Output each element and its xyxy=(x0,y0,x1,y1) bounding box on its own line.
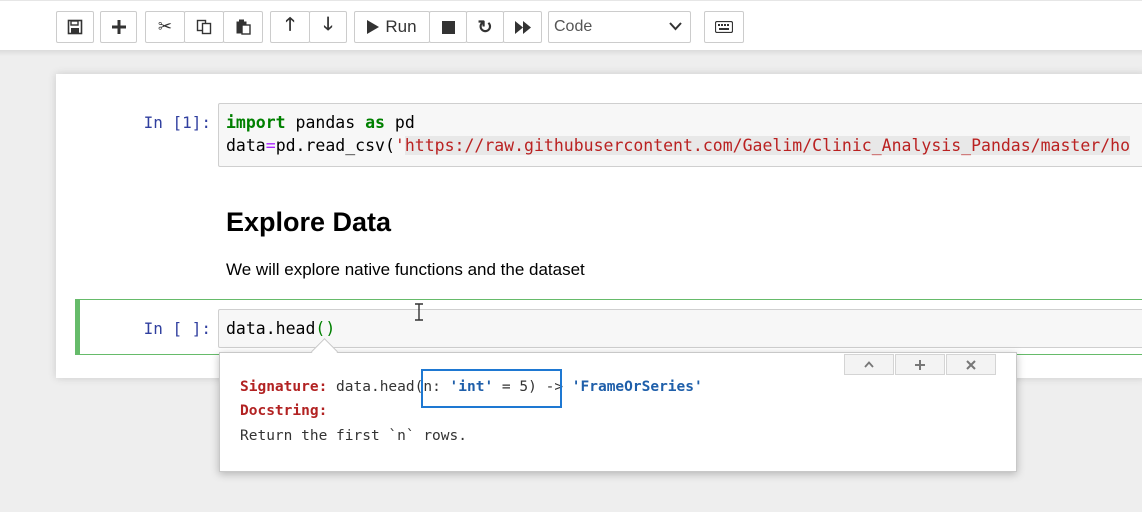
cell-1-input[interactable]: import pandas as pd data=pd.read_csv('ht… xyxy=(218,103,1142,167)
tooltip-docstring-label: Docstring: xyxy=(240,403,328,419)
run-button[interactable]: Run xyxy=(354,11,430,43)
plus-icon xyxy=(111,20,126,34)
cell-1-prompt: In [1]: xyxy=(143,113,211,132)
save-button[interactable] xyxy=(56,11,94,43)
arrow-up-icon: 🡑 xyxy=(285,14,295,34)
cell-2-prompt: In [ ]: xyxy=(143,319,211,338)
cut-icon: ✂ xyxy=(157,17,173,36)
keyboard-icon xyxy=(715,21,733,33)
interrupt-button[interactable] xyxy=(429,11,467,43)
chevron-down-icon xyxy=(669,22,682,31)
tooltip-expand-button[interactable] xyxy=(895,354,945,375)
move-up-button[interactable]: 🡑 xyxy=(270,11,310,43)
arrow-down-icon: 🡓 xyxy=(323,14,333,34)
copy-button[interactable] xyxy=(184,11,224,43)
cell-2-code: data.head() xyxy=(226,319,336,338)
markdown-heading: Explore Data xyxy=(226,207,392,237)
notebook-toolbar: ✂ 🡑 🡓 Run ↻ Code xyxy=(0,0,1142,50)
cell-2-input[interactable]: data.head() xyxy=(218,309,1142,348)
restart-button[interactable]: ↻ xyxy=(466,11,504,43)
cell-type-select[interactable]: Code xyxy=(548,11,691,43)
fast-forward-icon xyxy=(514,20,531,34)
insert-cell-button[interactable] xyxy=(100,11,137,43)
tooltip-buttons xyxy=(843,354,996,375)
tooltip-docstring-text: Return the first `n` rows. xyxy=(240,428,467,444)
command-palette-button[interactable] xyxy=(704,11,744,43)
run-icon xyxy=(367,20,380,34)
plus-icon xyxy=(915,359,925,370)
paste-icon xyxy=(236,19,251,35)
restart-run-all-button[interactable] xyxy=(503,11,542,43)
tooltip-close-button[interactable] xyxy=(946,354,996,375)
stop-icon xyxy=(441,20,455,34)
text-cursor-icon xyxy=(415,303,423,321)
cell-type-value: Code xyxy=(554,18,593,35)
run-label: Run xyxy=(385,17,417,36)
tooltip-collapse-button[interactable] xyxy=(844,354,894,375)
toolbar-shadow xyxy=(0,50,1142,56)
markdown-paragraph: We will explore native functions and the… xyxy=(226,260,585,279)
paste-button[interactable] xyxy=(223,11,263,43)
cell-1-line-1: import pandas as pd xyxy=(226,113,415,132)
chevron-up-icon xyxy=(864,361,874,368)
cut-button[interactable]: ✂ xyxy=(145,11,185,43)
restart-icon: ↻ xyxy=(477,16,493,37)
save-icon xyxy=(67,19,83,35)
parameter-highlight-box xyxy=(421,369,562,408)
close-icon xyxy=(966,359,976,370)
cell-1-line-2: data=pd.read_csv('https://raw.githubuser… xyxy=(226,136,1131,155)
move-down-button[interactable]: 🡓 xyxy=(309,11,347,43)
copy-icon xyxy=(196,19,212,35)
